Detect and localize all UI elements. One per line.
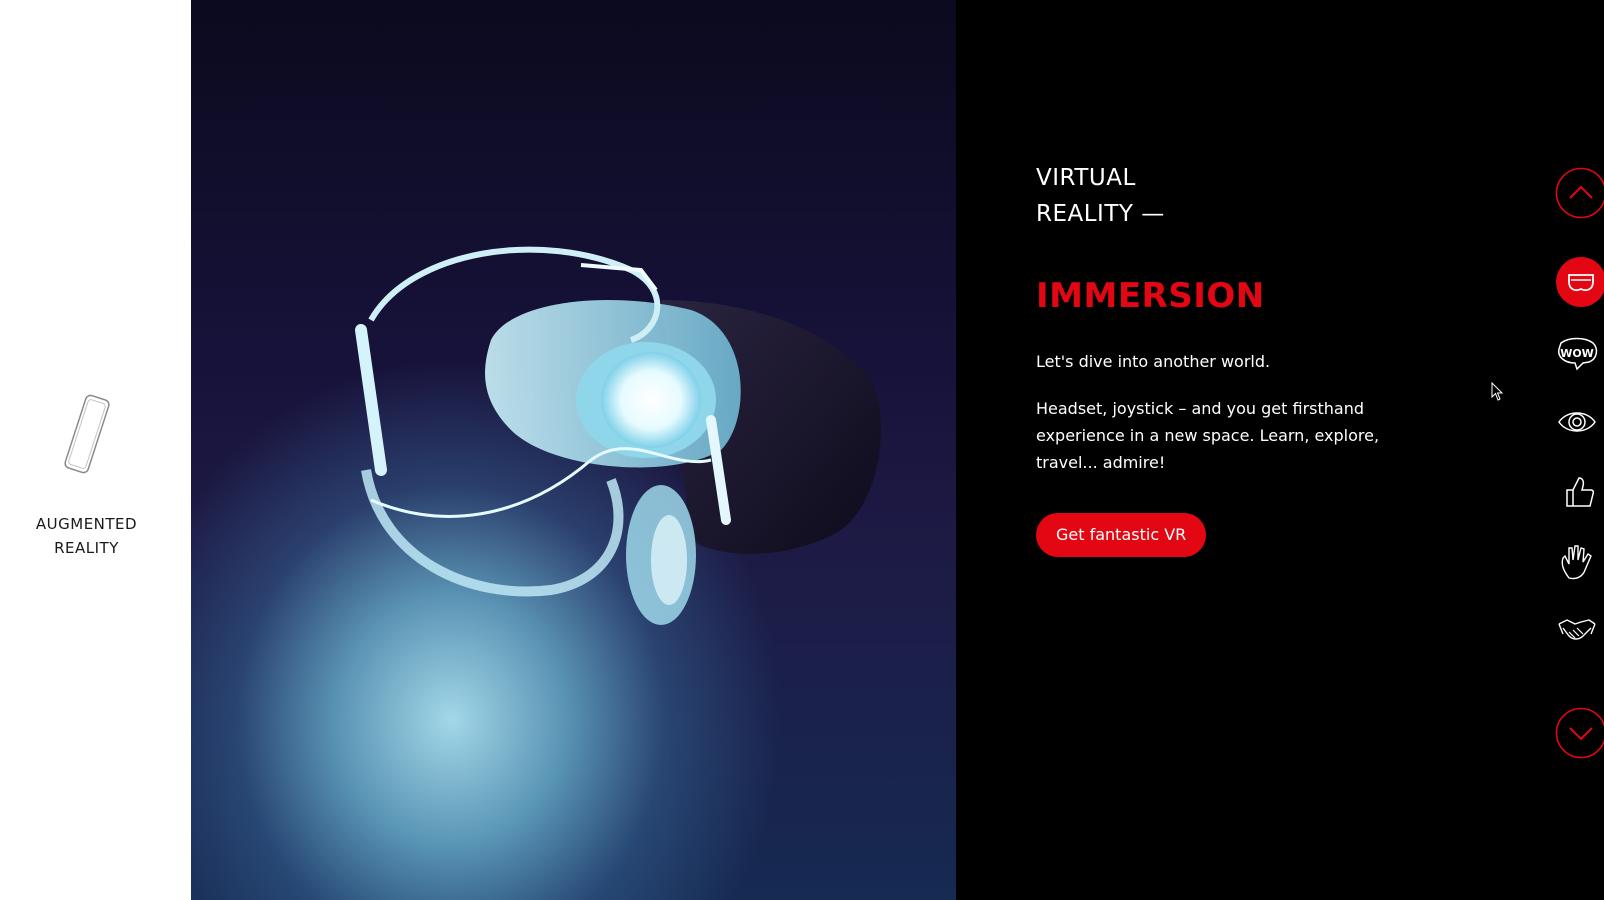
hand-icon[interactable] — [1555, 542, 1599, 582]
mouse-cursor-icon — [1491, 382, 1504, 401]
augmented-reality-label: AUGMENTED REALITY — [36, 512, 137, 560]
section-nav-rail: WOW — [1555, 0, 1604, 900]
chevron-down-icon[interactable] — [1555, 707, 1604, 759]
ar-label-line2: REALITY — [54, 539, 119, 557]
eye-icon[interactable] — [1555, 402, 1599, 442]
headline: IMMERSION — [1036, 276, 1265, 316]
hero-image — [191, 0, 956, 900]
chevron-up-icon[interactable] — [1555, 167, 1604, 219]
vr-headset-icon[interactable] — [1555, 256, 1604, 308]
smartphone-icon — [63, 394, 110, 474]
intro-paragraph: Let's dive into another world. — [1036, 352, 1271, 371]
thumbs-up-icon[interactable] — [1555, 472, 1599, 512]
page: AUGMENTED REALITY VIRTUAL REALITY — IMME… — [0, 0, 1604, 900]
wow-icon[interactable]: WOW — [1555, 333, 1599, 373]
section-kicker: VIRTUAL REALITY — — [1036, 160, 1436, 232]
get-fantastic-vr-button[interactable]: Get fantastic VR — [1036, 513, 1207, 557]
ar-label-line1: AUGMENTED — [35, 515, 138, 533]
vr-headset-illustration — [355, 246, 881, 625]
kicker-line2: REALITY — — [1036, 201, 1165, 227]
augmented-reality-link[interactable]: AUGMENTED REALITY — [0, 392, 173, 560]
description-paragraph: Headset, joystick – and you get firsthan… — [1036, 399, 1380, 472]
left-panel: AUGMENTED REALITY — [0, 0, 191, 900]
kicker-line1: VIRTUAL — [1036, 165, 1136, 191]
handshake-icon[interactable] — [1555, 610, 1599, 650]
svg-text:WOW: WOW — [1560, 347, 1594, 360]
content-section: VIRTUAL REALITY — IMMERSION Let's dive i… — [1036, 160, 1436, 557]
